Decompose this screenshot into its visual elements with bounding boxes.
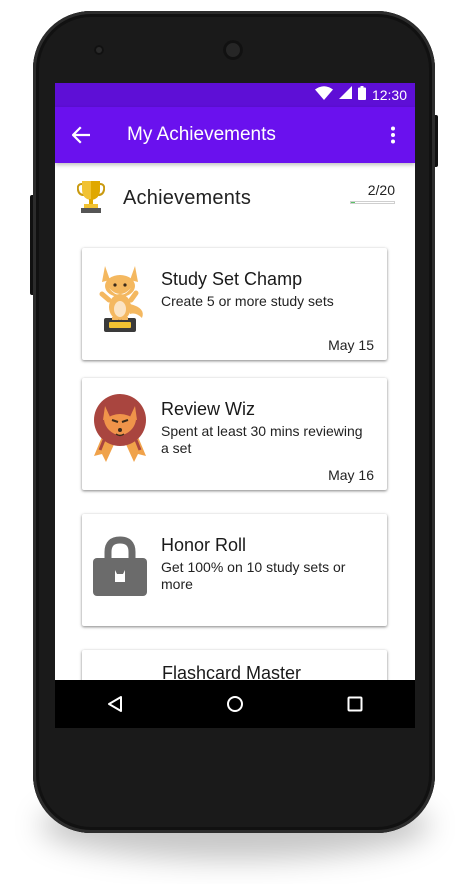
achievement-card-review-wiz[interactable]: Review Wiz Spent at least 30 mins review… (82, 378, 387, 490)
card-title: Study Set Champ (161, 269, 303, 289)
achievements-header: Achievements 2/20 (55, 163, 415, 227)
phone-screen: 12:30 My Achievements Achievements 2/20 … (55, 83, 415, 728)
wifi-icon (314, 85, 333, 105)
card-date: May 15 (328, 337, 374, 353)
lock-icon (93, 536, 147, 596)
card-date: May 16 (328, 467, 374, 483)
fox-trophy-badge-icon (99, 266, 147, 332)
nav-recents-icon (347, 696, 363, 712)
battery-icon (357, 85, 366, 105)
card-description: Spent at least 30 mins reviewing a set (161, 423, 363, 456)
status-time: 12:30 (371, 87, 407, 103)
nav-back-icon (108, 696, 122, 712)
achievements-progress-fill (351, 202, 356, 203)
achievement-card-honor-roll[interactable]: Honor Roll Get 100% on 10 study sets or … (82, 514, 387, 626)
card-description: Create 5 or more study sets (161, 293, 334, 309)
achievement-card-study-set-champ[interactable]: Study Set Champ Create 5 or more study s… (82, 248, 387, 360)
arrow-back-icon (72, 126, 90, 144)
app-bar: My Achievements (55, 107, 415, 163)
earpiece-speaker (223, 40, 243, 60)
signal-icon (338, 86, 352, 104)
card-description: Get 100% on 10 study sets or more (161, 559, 346, 592)
more-vert-icon (391, 126, 395, 144)
achievements-progress-count: 2/20 (367, 182, 395, 198)
nav-back-button[interactable] (95, 684, 135, 724)
status-bar: 12:30 (55, 83, 415, 107)
nav-home-button[interactable] (215, 684, 255, 724)
achievements-list[interactable]: Achievements 2/20 Study Set Champ Create… (55, 163, 415, 680)
achievement-card-flashcard-master[interactable]: Flashcard Master (82, 650, 387, 680)
card-title: Honor Roll (161, 535, 247, 555)
nav-recents-button[interactable] (335, 684, 375, 724)
fox-ribbon-badge-icon (94, 394, 146, 462)
card-title: Flashcard Master (162, 663, 302, 680)
nav-home-icon (227, 696, 243, 712)
achievements-progress-bar (350, 201, 395, 204)
status-icons: 12:30 (314, 85, 407, 105)
achievements-title: Achievements (123, 187, 252, 209)
app-title: My Achievements (127, 124, 276, 145)
front-camera (94, 45, 104, 55)
navigation-bar (55, 680, 415, 728)
overflow-menu-button[interactable] (381, 121, 405, 149)
back-button[interactable] (67, 121, 95, 149)
trophy-icon (77, 181, 105, 213)
card-title: Review Wiz (161, 399, 256, 419)
